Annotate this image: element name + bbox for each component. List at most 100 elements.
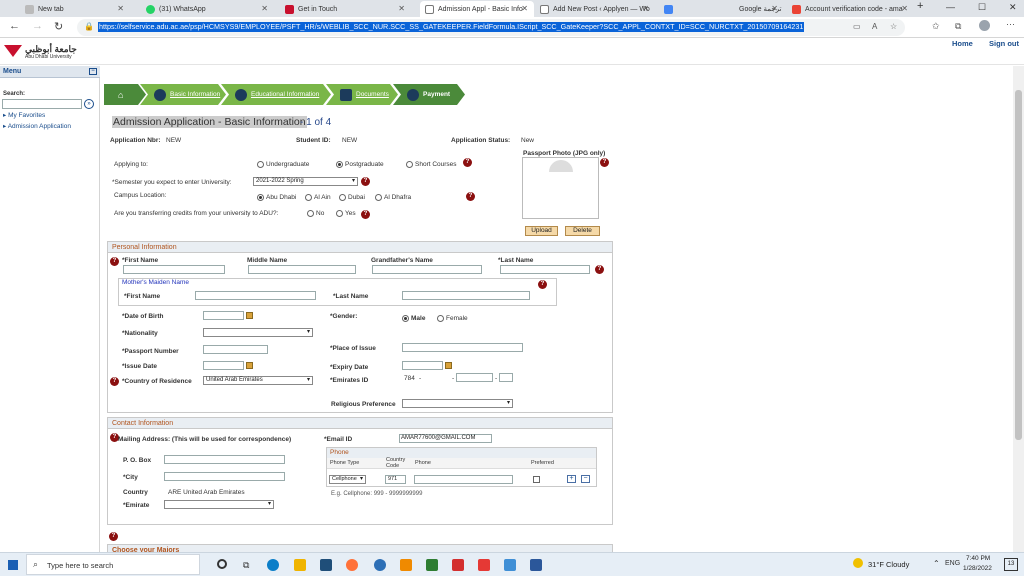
maximize-icon[interactable]: ☐ — [978, 2, 986, 13]
radio-abu-dhabi[interactable] — [257, 194, 264, 201]
back-icon[interactable]: ← — [9, 20, 20, 32]
profile-avatar[interactable] — [979, 20, 990, 31]
help-icon[interactable]: ? — [595, 265, 604, 274]
help-icon[interactable]: ? — [110, 377, 119, 386]
radio-male[interactable] — [402, 315, 409, 322]
place-of-issue-input[interactable] — [402, 343, 523, 352]
tab-new-tab[interactable]: New tab ✕ — [20, 1, 130, 17]
tab-google-translate[interactable]: Google ترجمة ✕ — [659, 1, 784, 17]
semester-select[interactable]: 2021-2022 Spring — [253, 177, 358, 186]
preferred-checkbox[interactable] — [533, 476, 540, 483]
refresh-icon[interactable]: ↻ — [54, 20, 63, 33]
calendar-icon[interactable] — [246, 362, 253, 369]
tray-chevron-icon[interactable]: ⌃ — [933, 559, 940, 568]
scrollbar-thumb[interactable] — [1015, 90, 1022, 440]
url-text[interactable]: https://selfservice.adu.ac.ae/psp/HCMSYS… — [98, 22, 805, 32]
read-aloud-icon[interactable]: A — [872, 22, 877, 31]
sidebar-item-favorites[interactable]: ▸ My Favorites — [3, 111, 45, 119]
step-documents[interactable]: Documents — [326, 84, 398, 105]
radio-al-ain[interactable] — [305, 194, 312, 201]
windows-start-icon[interactable] — [8, 560, 18, 570]
scrollbar[interactable] — [1013, 66, 1024, 552]
store-icon[interactable] — [320, 559, 332, 571]
dob-input[interactable] — [203, 311, 244, 320]
eid-part2-input[interactable] — [456, 373, 493, 382]
email-input[interactable]: AMAR77600@GMAIL.COM — [399, 434, 492, 443]
help-icon[interactable]: ? — [600, 158, 609, 167]
close-icon[interactable]: ✕ — [521, 4, 528, 13]
cortana-icon[interactable] — [217, 559, 227, 569]
favorite-icon[interactable]: ☆ — [890, 22, 897, 31]
phone-input[interactable] — [414, 475, 513, 484]
step-payment[interactable]: Payment — [393, 84, 465, 105]
search-input[interactable] — [2, 99, 82, 109]
app-icon[interactable] — [478, 559, 490, 571]
expiry-date-input[interactable] — [402, 361, 443, 370]
new-tab-button[interactable]: + — [917, 0, 923, 12]
close-window-icon[interactable]: ✕ — [1009, 2, 1017, 13]
first-name-input[interactable] — [123, 265, 225, 274]
favorites-icon[interactable]: ✩ — [932, 21, 940, 32]
signout-link[interactable]: Sign out — [989, 39, 1019, 48]
close-icon[interactable]: ✕ — [901, 4, 908, 13]
mother-first-name-input[interactable] — [195, 291, 316, 300]
city-input[interactable] — [164, 472, 285, 481]
help-icon[interactable]: ? — [109, 532, 118, 541]
delete-button[interactable]: Delete — [565, 226, 600, 236]
religious-select[interactable] — [402, 399, 513, 408]
app-icon[interactable] — [426, 559, 438, 571]
collections-icon[interactable]: ⧉ — [955, 21, 961, 32]
calendar-icon[interactable] — [246, 312, 253, 319]
radio-short-courses[interactable] — [406, 161, 413, 168]
app-icon[interactable] — [504, 559, 516, 571]
home-link[interactable]: Home — [952, 39, 973, 48]
tab-get-in-touch[interactable]: Get in Touch ✕ — [280, 1, 411, 17]
nationality-select[interactable] — [203, 328, 313, 337]
task-view-icon[interactable]: ⧉ — [243, 560, 249, 571]
delete-row-button[interactable]: − — [581, 475, 590, 483]
help-icon[interactable]: ? — [466, 192, 475, 201]
minimize-icon[interactable]: — — [946, 2, 955, 12]
app-icon[interactable] — [374, 559, 386, 571]
url-field[interactable]: 🔒 https://selfservice.adu.ac.ae/psp/HCMS… — [77, 19, 905, 36]
radio-undergrad[interactable] — [257, 161, 264, 168]
help-icon[interactable]: ? — [110, 257, 119, 266]
radio-transfer-yes[interactable] — [336, 210, 343, 217]
issue-date-input[interactable] — [203, 361, 244, 370]
taskbar-search[interactable]: ⌕ Type here to search — [26, 554, 200, 575]
add-row-button[interactable]: + — [567, 475, 576, 483]
pobox-input[interactable] — [164, 455, 285, 464]
more-icon[interactable]: ⋯ — [1006, 19, 1015, 30]
tab-whatsapp[interactable]: (31) WhatsApp ✕ — [141, 1, 274, 17]
tab-admission[interactable]: Admission Appl - Basic Info ✕ — [420, 1, 534, 17]
step-home[interactable]: ⌂ — [104, 84, 146, 105]
country-code-input[interactable]: 971 — [385, 475, 406, 484]
clock-date[interactable]: 1/28/2022 — [963, 565, 992, 572]
radio-transfer-no[interactable] — [307, 210, 314, 217]
weather-text[interactable]: 31°F Cloudy — [868, 560, 909, 569]
firefox-icon[interactable] — [346, 559, 358, 571]
radio-dubai[interactable] — [339, 194, 346, 201]
notification-icon[interactable]: 13 — [1004, 558, 1018, 571]
help-icon[interactable]: ? — [463, 158, 472, 167]
country-residence-select[interactable]: United Arab Emirates — [203, 376, 313, 385]
acrobat-icon[interactable] — [452, 559, 464, 571]
reader-icon[interactable]: ▭ — [853, 22, 861, 31]
help-icon[interactable]: ? — [361, 177, 370, 186]
close-icon[interactable]: ✕ — [398, 4, 405, 13]
edge-icon[interactable] — [267, 559, 279, 571]
clock-time[interactable]: 7:40 PM — [966, 555, 990, 562]
collapse-icon[interactable]: − — [89, 68, 97, 75]
close-icon[interactable]: ✕ — [261, 4, 268, 13]
language-indicator[interactable]: ENG — [945, 560, 960, 567]
file-explorer-icon[interactable] — [294, 559, 306, 571]
phone-type-select[interactable]: Cellphone — [329, 475, 366, 484]
step-basic-info[interactable]: Basic Information — [140, 84, 226, 105]
tab-add-new-post[interactable]: Add New Post ‹ Applyen — Wo ✕ — [535, 1, 655, 17]
sidebar-item-admission[interactable]: ▸ Admission Application — [3, 122, 71, 130]
calendar-icon[interactable] — [445, 362, 452, 369]
radio-al-dhafra[interactable] — [375, 194, 382, 201]
step-educational-info[interactable]: Educational Information — [221, 84, 331, 105]
close-icon[interactable]: ✕ — [642, 4, 649, 13]
close-icon[interactable]: ✕ — [771, 4, 778, 13]
